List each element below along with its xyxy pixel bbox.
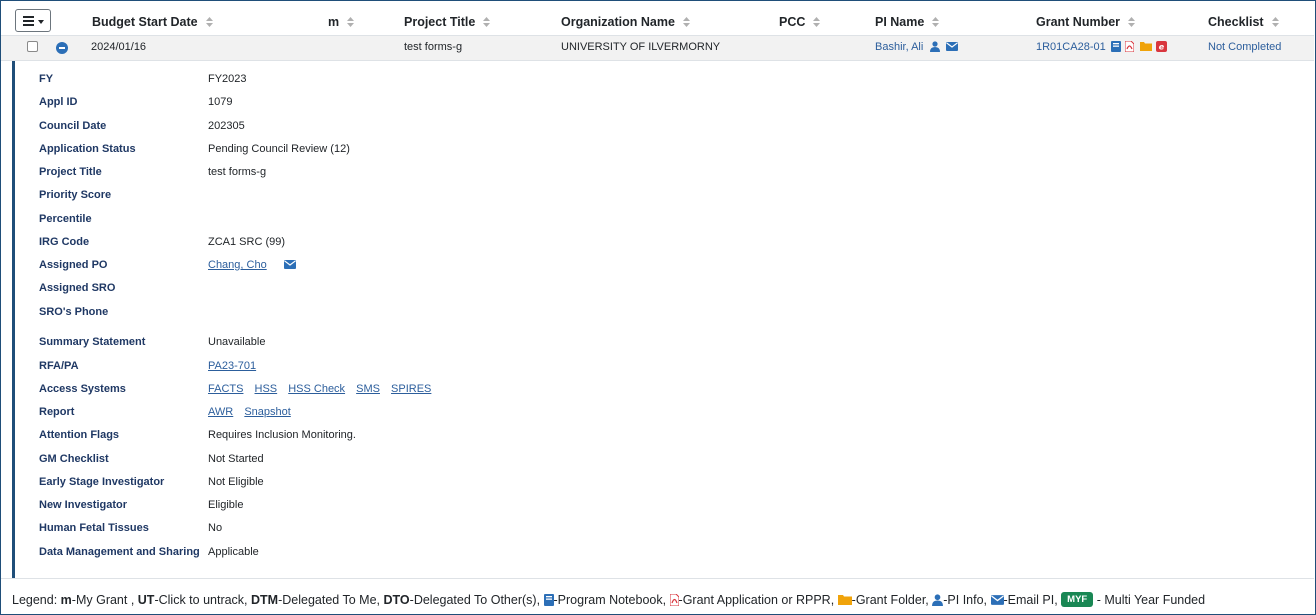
- detail-value-attention-flags: Requires Inclusion Monitoring.: [208, 429, 356, 441]
- detail-label-rfa-pa: RFA/PA: [39, 360, 79, 372]
- sort-icon: [205, 16, 213, 27]
- header-pi-name[interactable]: PI Name: [875, 15, 940, 29]
- detail-label-application-status: Application Status: [39, 143, 136, 155]
- detail-label-assigned-sro: Assigned SRO: [39, 282, 116, 294]
- header-budget-start-date[interactable]: Budget Start Date: [92, 15, 213, 29]
- cell-organization-name: UNIVERSITY OF ILVERMORNY: [561, 41, 721, 53]
- detail-value-access-systems: FACTS HSS HSS Check SMS SPIRES: [208, 383, 439, 395]
- detail-value-rfa-pa: PA23-701: [208, 360, 264, 372]
- detail-label-priority-score: Priority Score: [39, 189, 112, 201]
- column-menu-button[interactable]: [15, 9, 51, 32]
- detail-value-summary-statement: Unavailable: [208, 336, 266, 348]
- myf-badge: MYF: [1061, 592, 1094, 608]
- detail-label-project-title: Project Title: [39, 166, 102, 178]
- folder-icon[interactable]: [1139, 41, 1152, 52]
- detail-value-new-investigator: Eligible: [208, 499, 244, 511]
- detail-value-council-date: 202305: [208, 120, 245, 132]
- detail-value-assigned-po: Chang, Cho: [208, 259, 296, 271]
- detail-value-human-fetal-tissues: No: [208, 522, 223, 534]
- detail-label-human-fetal-tissues: Human Fetal Tissues: [39, 522, 149, 534]
- envelope-icon[interactable]: [946, 41, 959, 51]
- assigned-po-link[interactable]: Chang, Cho: [208, 259, 267, 271]
- sort-icon: [932, 16, 940, 27]
- sort-icon: [347, 16, 355, 27]
- grant-number-link[interactable]: 1R01CA28-01: [1036, 41, 1106, 53]
- row-select-checkbox[interactable]: [27, 41, 38, 52]
- detail-label-gm-checklist: GM Checklist: [39, 453, 109, 465]
- svg-text:e: e: [1159, 42, 1165, 51]
- access-spires-link[interactable]: SPIRES: [391, 383, 431, 395]
- detail-label-council-date: Council Date: [39, 120, 107, 132]
- detail-value-appl-id: 1079: [208, 96, 233, 108]
- book-icon: [543, 593, 554, 606]
- detail-value-project-title: test forms-g: [208, 166, 267, 178]
- sort-icon: [682, 16, 690, 27]
- cell-pi-name: Bashir, Ali: [875, 40, 959, 53]
- sort-icon: [483, 16, 491, 27]
- detail-value-fy: FY2023: [208, 73, 247, 85]
- header-organization-name[interactable]: Organization Name: [561, 15, 690, 29]
- cell-budget-start-date: 2024/01/16: [91, 41, 147, 53]
- detail-label-early-stage-investigator: Early Stage Investigator: [39, 476, 165, 488]
- detail-value-application-status: Pending Council Review (12): [208, 143, 350, 155]
- detail-label-sro-phone: SRO's Phone: [39, 306, 109, 318]
- header-checklist[interactable]: Checklist: [1208, 15, 1279, 29]
- detail-label-data-management-sharing: Data Management and Sharing: [39, 546, 200, 558]
- report-awr-link[interactable]: AWR: [208, 406, 233, 418]
- access-hss-link[interactable]: HSS: [255, 383, 278, 395]
- checklist-link[interactable]: Not Completed: [1208, 41, 1281, 53]
- book-icon[interactable]: [1110, 40, 1121, 52]
- detail-label-summary-statement: Summary Statement: [39, 336, 146, 348]
- envelope-icon[interactable]: [283, 259, 296, 269]
- e-icon[interactable]: e: [1155, 40, 1167, 52]
- legend: Legend: m-My Grant , UT-Click to untrack…: [12, 592, 1206, 608]
- detail-value-report: AWR Snapshot: [208, 406, 299, 418]
- detail-label-irg-code: IRG Code: [39, 236, 90, 248]
- detail-label-fy: FY: [39, 73, 54, 85]
- person-icon[interactable]: [930, 40, 941, 52]
- pdf-icon: [669, 593, 679, 606]
- table-header: Budget Start Date m Project Title Organi…: [1, 1, 1314, 36]
- detail-value-data-management-sharing: Applicable: [208, 546, 259, 558]
- header-m[interactable]: m: [328, 15, 355, 29]
- detail-value-gm-checklist: Not Started: [208, 453, 264, 465]
- envelope-icon: [990, 594, 1004, 605]
- sort-icon: [1128, 16, 1136, 27]
- detail-label-attention-flags: Attention Flags: [39, 429, 120, 441]
- caret-down-icon: [38, 20, 44, 24]
- pdf-icon[interactable]: [1124, 40, 1134, 52]
- detail-label-assigned-po: Assigned PO: [39, 259, 108, 271]
- detail-label-report: Report: [39, 406, 75, 418]
- detail-label-appl-id: Appl ID: [39, 96, 78, 108]
- collapse-row-icon[interactable]: [56, 42, 68, 54]
- detail-value-irg-code: ZCA1 SRC (99): [208, 236, 286, 248]
- report-snapshot-link[interactable]: Snapshot: [244, 406, 290, 418]
- sort-icon: [1271, 16, 1279, 27]
- cell-grant-number: 1R01CA28-01 e: [1036, 40, 1167, 53]
- hamburger-icon: [23, 16, 34, 26]
- detail-value-early-stage-investigator: Not Eligible: [208, 476, 264, 488]
- detail-label-new-investigator: New Investigator: [39, 499, 128, 511]
- header-project-title[interactable]: Project Title: [404, 15, 491, 29]
- rfa-pa-link[interactable]: PA23-701: [208, 360, 256, 372]
- person-icon: [932, 594, 944, 606]
- pi-name-link[interactable]: Bashir, Ali: [875, 41, 923, 53]
- sort-icon: [813, 16, 821, 27]
- access-sms-link[interactable]: SMS: [356, 383, 380, 395]
- cell-checklist: Not Completed: [1208, 41, 1281, 53]
- header-pcc[interactable]: PCC: [779, 15, 821, 29]
- detail-label-percentile: Percentile: [39, 213, 92, 225]
- access-hss-check-link[interactable]: HSS Check: [288, 383, 345, 395]
- cell-project-title: test forms-g: [404, 41, 463, 53]
- row-detail-panel: FY FY2023 Appl ID 1079 Council Date 2023…: [12, 61, 1314, 578]
- divider: [1, 578, 1314, 579]
- detail-label-access-systems: Access Systems: [39, 383, 126, 395]
- table-row: 2024/01/16 test forms-g UNIVERSITY OF IL…: [1, 36, 1314, 61]
- folder-icon: [837, 595, 852, 606]
- header-grant-number[interactable]: Grant Number: [1036, 15, 1136, 29]
- access-facts-link[interactable]: FACTS: [208, 383, 243, 395]
